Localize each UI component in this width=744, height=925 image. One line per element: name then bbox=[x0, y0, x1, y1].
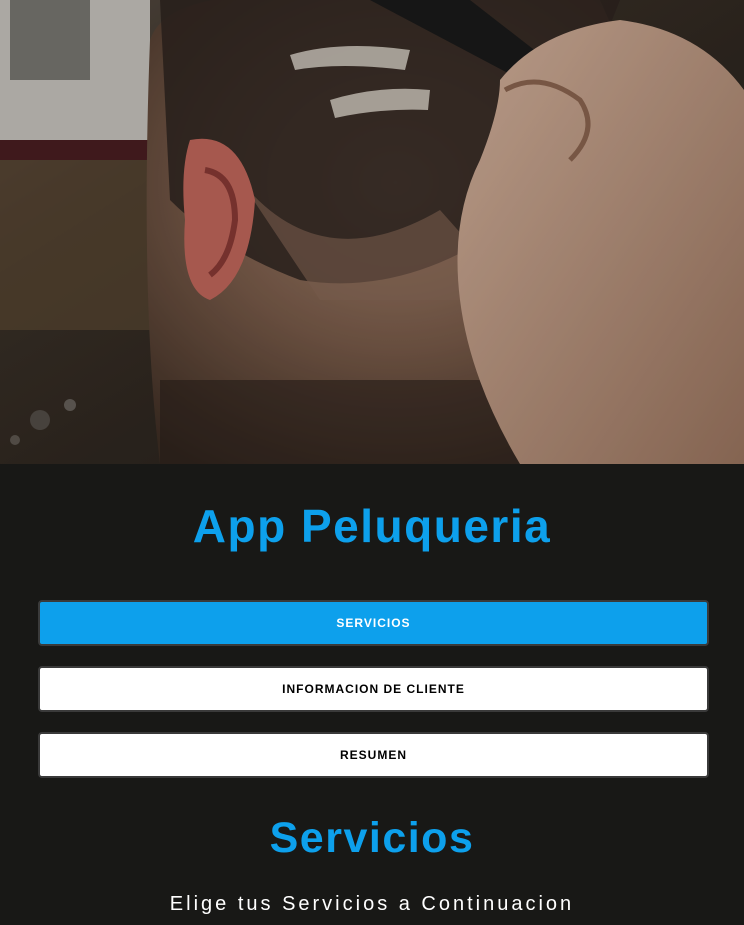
app-title: App Peluqueria bbox=[192, 500, 552, 552]
tab-resumen[interactable]: RESUMEN bbox=[38, 732, 709, 778]
tab-informacion-cliente[interactable]: INFORMACION DE CLIENTE bbox=[38, 666, 709, 712]
section-title: Servicios bbox=[269, 814, 475, 862]
section-description: Elige tus Servicios a Continuacion bbox=[169, 893, 575, 915]
tab-servicios[interactable]: SERVICIOS bbox=[38, 600, 709, 646]
hero-image bbox=[0, 0, 744, 464]
barber-photo-illustration bbox=[0, 0, 744, 464]
